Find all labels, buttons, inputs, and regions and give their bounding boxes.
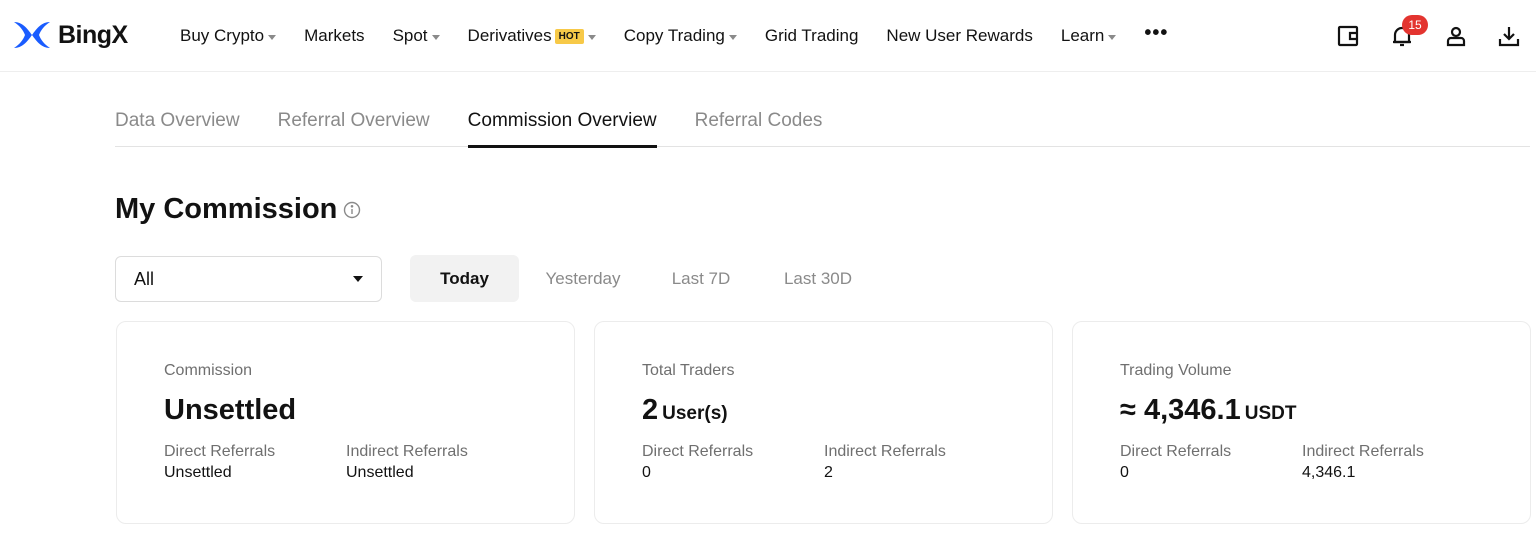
nav-label: Markets: [304, 26, 365, 45]
stat-label: Indirect Referrals: [346, 443, 468, 460]
stat-value: Unsettled: [346, 464, 414, 481]
more-icon: •••: [1144, 21, 1169, 44]
caret-down-icon: [728, 34, 737, 40]
card-value-unit: User(s): [662, 403, 728, 424]
direct-referrals-stat: Direct Referrals 0: [1120, 443, 1231, 482]
notification-count-badge: 15: [1402, 15, 1428, 35]
top-header: BingX Buy Crypto Markets Spot Derivative…: [0, 0, 1536, 72]
card-value: 2 User(s): [642, 394, 728, 427]
stat-label: Indirect Referrals: [824, 443, 946, 460]
nav-label: Spot: [392, 26, 428, 45]
card-value-number: Unsettled: [164, 394, 297, 426]
caret-down-icon: [587, 34, 596, 40]
nav-derivatives[interactable]: Derivatives HOT: [468, 26, 596, 46]
indirect-referrals-stat: Indirect Referrals Unsettled: [346, 443, 468, 482]
total-traders-card: Total Traders 2 User(s) Direct Referrals …: [594, 321, 1053, 524]
card-label: Commission: [164, 362, 253, 379]
nav-buy-crypto[interactable]: Buy Crypto: [180, 26, 277, 46]
nav-spot[interactable]: Spot: [393, 26, 440, 46]
commission-card: Commission Unsettled Direct Referrals Un…: [116, 321, 575, 524]
nav-more-button[interactable]: •••: [1144, 22, 1168, 45]
tab-commission-overview[interactable]: Commission Overview: [467, 110, 657, 148]
direct-referrals-stat: Direct Referrals 0: [642, 443, 753, 482]
referral-type-select[interactable]: All: [115, 256, 382, 302]
card-value-number: 2: [642, 394, 659, 426]
nav-copy-trading[interactable]: Copy Trading: [624, 26, 737, 46]
card-label: Total Traders: [642, 362, 735, 379]
trading-volume-card: Trading Volume ≈ 4,346.1 USDT Direct Refe…: [1072, 321, 1531, 524]
info-icon[interactable]: [343, 201, 361, 219]
section-header: My Commission: [115, 193, 361, 226]
nav-learn[interactable]: Learn: [1060, 26, 1117, 46]
caret-down-icon: [431, 34, 440, 40]
page-title: My Commission: [115, 193, 338, 225]
stat-label: Indirect Referrals: [1302, 443, 1424, 460]
main-nav: Buy Crypto Markets Spot Derivatives HOT …: [180, 0, 1196, 72]
indirect-referrals-stat: Indirect Referrals 4,346.1: [1302, 443, 1424, 482]
brand-name: BingX: [58, 20, 128, 49]
period-last-7d-button[interactable]: Last 7D: [651, 255, 751, 302]
download-icon[interactable]: [1497, 24, 1521, 48]
stat-label: Direct Referrals: [642, 443, 754, 460]
tab-referral-codes[interactable]: Referral Codes: [695, 110, 823, 147]
nav-label: Derivatives: [467, 26, 552, 45]
nav-label: Buy Crypto: [180, 26, 265, 45]
caret-down-icon: [268, 34, 277, 40]
card-value: Unsettled: [164, 394, 300, 427]
nav-label: Copy Trading: [623, 26, 725, 45]
tab-data-overview[interactable]: Data Overview: [115, 110, 240, 147]
nav-grid-trading[interactable]: Grid Trading: [765, 26, 859, 46]
bingx-logo-icon: [14, 22, 50, 48]
nav-new-user-rewards[interactable]: New User Rewards: [886, 26, 1032, 46]
bingx-logo[interactable]: BingX: [12, 20, 128, 50]
caret-down-icon: [1108, 34, 1117, 40]
nav-label: Learn: [1060, 26, 1105, 45]
nav-label: Grid Trading: [764, 26, 859, 45]
stat-value: 0: [642, 464, 651, 481]
card-value-unit: USDT: [1244, 403, 1297, 424]
select-value: All: [134, 268, 155, 289]
stat-label: Direct Referrals: [164, 443, 276, 460]
tab-referral-overview[interactable]: Referral Overview: [278, 110, 430, 147]
overview-tabs: Data Overview Referral Overview Commissi…: [115, 110, 1530, 148]
chevron-down-icon: [353, 276, 363, 282]
direct-referrals-stat: Direct Referrals Unsettled: [164, 443, 275, 482]
indirect-referrals-stat: Indirect Referrals 2: [824, 443, 946, 482]
card-label: Trading Volume: [1120, 362, 1232, 379]
period-yesterday-button[interactable]: Yesterday: [528, 255, 638, 302]
hot-badge: HOT: [554, 28, 584, 44]
nav-markets[interactable]: Markets: [304, 26, 364, 46]
stat-value: 0: [1120, 464, 1129, 481]
user-icon[interactable]: [1444, 24, 1468, 48]
stat-label: Direct Referrals: [1120, 443, 1232, 460]
nav-label: New User Rewards: [886, 26, 1033, 45]
period-today-button[interactable]: Today: [410, 255, 519, 302]
stat-value: 2: [824, 464, 833, 481]
stat-value: 4,346.1: [1302, 464, 1356, 481]
card-value-number: ≈ 4,346.1: [1120, 394, 1241, 426]
card-value: ≈ 4,346.1 USDT: [1120, 394, 1296, 427]
stat-value: Unsettled: [164, 464, 232, 481]
wallet-icon[interactable]: [1336, 24, 1360, 48]
period-last-30d-button[interactable]: Last 30D: [765, 255, 871, 302]
